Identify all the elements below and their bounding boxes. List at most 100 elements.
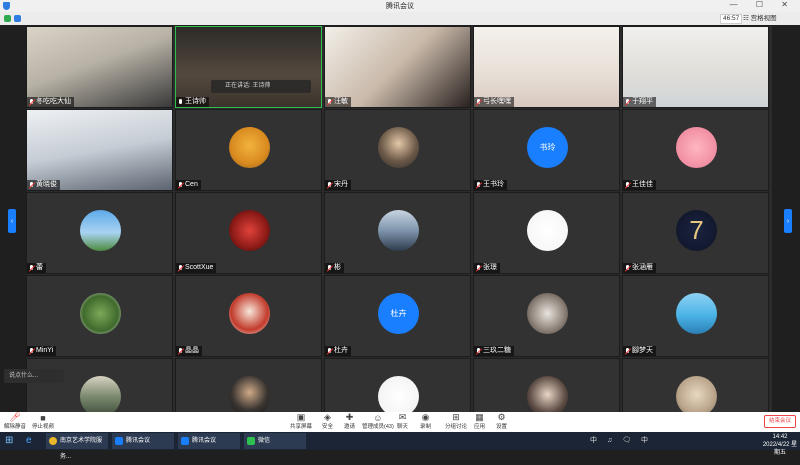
participant-tile[interactable]: 弓长嘿嘿 — [473, 26, 620, 108]
participant-avatar — [378, 376, 419, 417]
participant-avatar — [229, 210, 270, 251]
microphone-muted-icon — [29, 181, 34, 189]
microphone-muted-icon — [476, 181, 481, 189]
participant-tile[interactable]: 宋丹 — [324, 109, 471, 191]
participant-tile[interactable]: 王佳佳 — [622, 109, 769, 191]
participant-tile[interactable]: 杜卉 杜卉 — [324, 275, 471, 357]
gallery-view-button[interactable]: ☷ 宫格视图 — [743, 14, 777, 23]
record-button[interactable]: ◉ 录制 — [420, 412, 431, 432]
participant-tile[interactable]: 汪敏 — [324, 26, 471, 108]
participant-tile[interactable]: 彬 — [324, 192, 471, 274]
members-icon: ☺ — [373, 412, 383, 423]
taskbar-meeting-window-1[interactable]: 腾讯会议 — [112, 433, 174, 449]
participant-name: 王佳佳 — [632, 181, 653, 188]
participant-avatar — [80, 376, 121, 417]
share-label: 共享屏幕 — [290, 424, 313, 430]
apps-button[interactable]: ▦ 应用 — [474, 412, 485, 432]
participant-name: 黄晓俊 — [36, 181, 57, 188]
taskbar-meeting-label-2: 腾讯会议 — [192, 438, 217, 444]
participant-name-label: 蕾 — [27, 263, 46, 273]
invite-button[interactable]: ✚ 邀请 — [344, 412, 356, 432]
window-controls[interactable]: — ☐ ✕ — [730, 0, 796, 9]
security-label: 安全 — [322, 424, 334, 430]
stop-video-button[interactable]: ■ 停止视频 — [32, 413, 54, 432]
participant-avatar — [378, 210, 419, 251]
participant-name-label: 王诗帅 — [176, 97, 209, 107]
participant-name-label: 杜卉 — [325, 346, 351, 356]
participant-name: 王诗帅 — [185, 98, 206, 105]
participant-tile[interactable]: 书玲 王书玲 — [473, 109, 620, 191]
participant-avatar — [229, 293, 270, 334]
participant-name: ScottXue — [185, 264, 214, 271]
participant-name: 彬 — [334, 264, 341, 271]
participant-tile[interactable]: 张璟 — [473, 192, 620, 274]
participant-avatar — [527, 376, 568, 417]
participant-tile[interactable]: ScottXue — [175, 192, 322, 274]
clock-time: 14:42 — [772, 434, 788, 440]
apps-icon: ▦ — [475, 412, 484, 422]
participant-avatar — [676, 127, 717, 168]
gear-icon: ⚙ — [497, 412, 506, 422]
taskbar-meeting-window-2[interactable]: 腾讯会议 — [178, 433, 240, 449]
settings-label: 设置 — [496, 424, 508, 430]
security-button[interactable]: ◈ 安全 — [322, 412, 334, 432]
participant-video — [623, 27, 768, 107]
participant-tile[interactable]: 晶晶 — [175, 275, 322, 357]
participant-tile[interactable]: 三玖二糖 — [473, 275, 620, 357]
participant-tile[interactable]: 王诗帅 — [175, 26, 322, 108]
participant-name: MinYi — [36, 347, 54, 354]
unmute-button[interactable]: 🎤︎ 解除静音 — [4, 412, 26, 432]
participant-name: 腳梦天 — [632, 347, 653, 354]
video-gallery: 冬吃吃大仙 王诗帅 汪敏 弓长嘿嘿 于翔平黄晓俊 Cen 宋丹 书玲 王书玲王佳佳蕾 ScottX… — [26, 26, 772, 440]
manage-members-button[interactable]: ☺ 管理成员(43) — [362, 413, 394, 432]
participant-name-label: 冬吃吃大仙 — [27, 97, 74, 107]
participant-tile[interactable]: 蕾 — [26, 192, 173, 274]
settings-button[interactable]: ⚙ 设置 — [496, 412, 508, 432]
participant-tile[interactable]: MinYi — [26, 275, 173, 357]
microphone-muted-icon — [327, 347, 332, 355]
participant-name: 宋丹 — [334, 181, 348, 188]
invite-label: 邀请 — [344, 424, 356, 430]
participant-avatar — [676, 293, 717, 334]
participant-name: 张涵雁 — [632, 264, 653, 271]
windows-taskbar: ⊞ e 南京艺术学院服务... 腾讯会议 腾讯会议 微信 中 ♫ 🗨 中 14:… — [0, 432, 800, 460]
participant-avatar: 7 — [676, 210, 717, 251]
participant-name-label: 张璟 — [474, 263, 500, 273]
info-icon[interactable] — [14, 15, 21, 22]
microphone-muted-icon — [625, 264, 630, 272]
windows-start-icon[interactable]: ⊞ — [5, 435, 16, 446]
breakout-label: 分组讨论 — [445, 424, 468, 430]
participant-name: 晶晶 — [185, 347, 199, 354]
participant-tile[interactable]: 于翔平 — [622, 26, 769, 108]
security-shield-icon: ◈ — [324, 412, 331, 422]
chat-input-preview[interactable]: 说点什么... — [4, 369, 64, 383]
taskbar-clock[interactable]: 14:42 2022/4/22 星期五 — [760, 433, 800, 457]
participant-name-label: 王书玲 — [474, 180, 507, 190]
network-icon[interactable] — [4, 15, 11, 22]
participant-tile[interactable]: 黄晓俊 — [26, 109, 173, 191]
end-meeting-button[interactable]: 结束会议 — [764, 415, 796, 428]
participant-name-label: 彬 — [325, 263, 344, 273]
taskbar-browser-window[interactable]: 南京艺术学院服务... — [46, 433, 108, 460]
meeting-toolbar: 🎤︎ 解除静音 ■ 停止视频 ▣ 共享屏幕 ◈ 安全 ✚ 邀请 ☺ 管理成员(4… — [0, 412, 800, 432]
taskbar-wechat-window[interactable]: 微信 — [244, 433, 306, 449]
participant-avatar — [229, 376, 270, 417]
microphone-muted-icon — [327, 98, 332, 106]
system-tray[interactable]: 中 ♫ 🗨 中 — [590, 435, 740, 447]
participant-name-label: 于翔平 — [623, 97, 656, 107]
participant-tile[interactable]: 7 张涵雁 — [622, 192, 769, 274]
participant-name: 三玖二糖 — [483, 347, 511, 354]
participant-tile[interactable]: Cen — [175, 109, 322, 191]
ie-browser-icon[interactable]: e — [26, 435, 32, 446]
participant-name: 张璟 — [483, 264, 497, 271]
participant-avatar — [676, 376, 717, 417]
prev-page-arrow[interactable]: ‹ — [8, 209, 16, 233]
next-page-arrow[interactable]: › — [784, 209, 792, 233]
chat-button[interactable]: ✉ 聊天 — [397, 412, 408, 432]
participant-name: 王书玲 — [483, 181, 504, 188]
breakout-rooms-button[interactable]: ⊞ 分组讨论 — [445, 412, 468, 432]
participant-tile[interactable]: 冬吃吃大仙 — [26, 26, 173, 108]
share-screen-button[interactable]: ▣ 共享屏幕 — [290, 412, 313, 432]
participant-tile[interactable]: 腳梦天 — [622, 275, 769, 357]
members-label: 管理成员(43) — [362, 424, 394, 430]
